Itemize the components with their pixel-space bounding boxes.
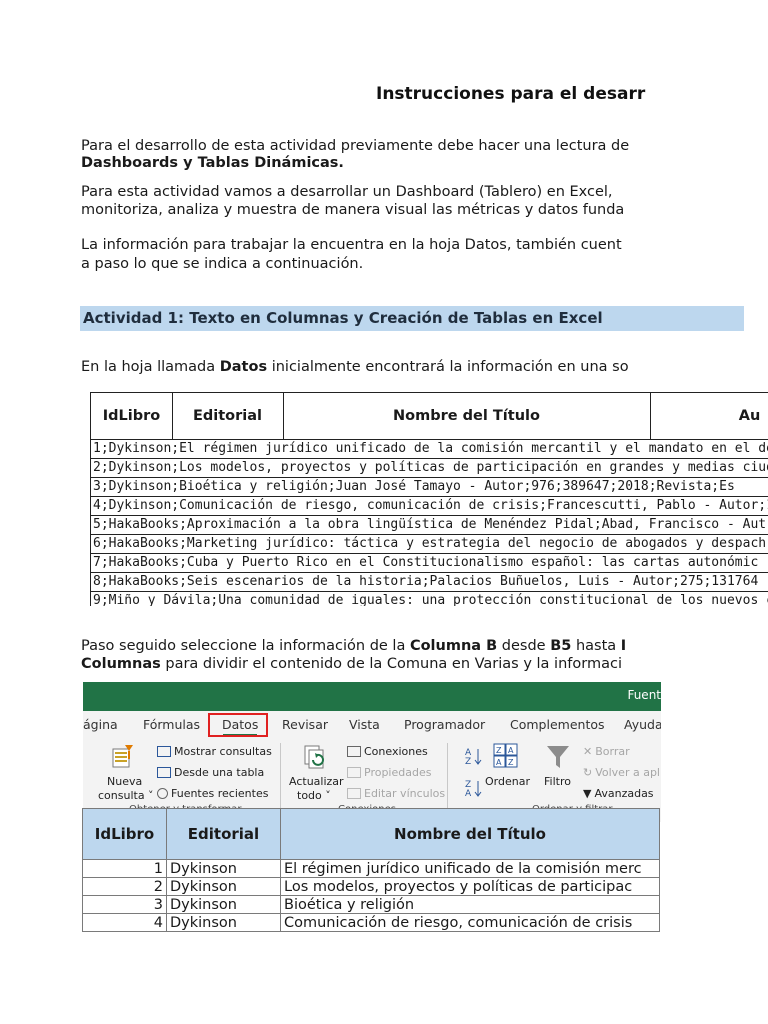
cell-idlibro: 4 bbox=[82, 914, 167, 932]
split-data-table: IdLibro Editorial Nombre del Título 1 Dy… bbox=[82, 808, 662, 954]
header-autor: Au bbox=[650, 392, 768, 440]
svg-text:Z: Z bbox=[465, 757, 471, 767]
activity-1-heading-text: Actividad 1: Texto en Columnas y Creació… bbox=[83, 309, 603, 327]
header-editorial: Editorial bbox=[172, 392, 284, 440]
properties-icon bbox=[347, 767, 361, 778]
conexiones-button[interactable]: Conexiones bbox=[347, 745, 428, 758]
step-line2: Columnas para dividir el contenido de la… bbox=[81, 656, 622, 672]
table-icon bbox=[157, 767, 171, 778]
filtro-button[interactable]: Filtro bbox=[544, 775, 571, 788]
link-icon bbox=[347, 788, 361, 799]
svg-text:A: A bbox=[465, 789, 472, 799]
clear-filter-icon: ✕ bbox=[583, 745, 593, 758]
propiedades-button[interactable]: Propiedades bbox=[347, 766, 431, 779]
header-nombre-titulo: Nombre del Título bbox=[280, 808, 660, 860]
group-separator bbox=[280, 743, 281, 815]
cell-idlibro: 3 bbox=[82, 896, 167, 914]
svg-text:Z: Z bbox=[508, 758, 514, 767]
tab-pagina[interactable]: ágina bbox=[83, 717, 118, 732]
advanced-filter-icon: ▼ bbox=[583, 787, 592, 800]
table-row: 7;HakaBooks;Cuba y Puerto Rico en el Con… bbox=[90, 554, 768, 573]
step-line1: Paso seguido seleccione la información d… bbox=[81, 638, 627, 654]
cell-editorial: Dykinson bbox=[167, 860, 281, 878]
nueva-consulta-label2[interactable]: consulta ˅ bbox=[98, 789, 154, 802]
intro-p3-line1: La información para trabajar la encuentr… bbox=[81, 237, 622, 253]
cell-idlibro: 1 bbox=[82, 860, 167, 878]
ribbon-tab-bar: ágina Fórmulas Datos Revisar Vista Progr… bbox=[83, 711, 661, 739]
header-editorial: Editorial bbox=[166, 808, 281, 860]
raw-data-table: IdLibro Editorial Nombre del Título Au 1… bbox=[90, 392, 768, 606]
table-icon bbox=[157, 746, 171, 757]
mostrar-consultas-button[interactable]: Mostrar consultas bbox=[157, 745, 272, 758]
intro-p2-line2: monitoriza, analiza y muestra de manera … bbox=[81, 202, 625, 218]
editar-vinculos-button[interactable]: Editar vínculos bbox=[347, 787, 445, 800]
tab-programador[interactable]: Programador bbox=[404, 717, 485, 732]
table-row: 4;Dykinson;Comunicación de riesgo, comun… bbox=[90, 497, 768, 516]
cell-editorial: Dykinson bbox=[167, 914, 281, 932]
actualizar-todo-label[interactable]: Actualizar bbox=[289, 775, 344, 788]
nueva-consulta-label[interactable]: Nueva bbox=[107, 775, 142, 788]
table-row: 1;Dykinson;El régimen jurídico unificado… bbox=[90, 440, 768, 459]
document-title: Instrucciones para el desarr bbox=[376, 84, 646, 104]
cell-titulo: El régimen jurídico unificado de la comi… bbox=[281, 860, 660, 878]
datos-highlight-box bbox=[208, 713, 268, 737]
refresh-icon[interactable] bbox=[303, 743, 329, 771]
volver-a-aplicar-button[interactable]: ↻ Volver a apli bbox=[583, 766, 661, 779]
cell-idlibro: 2 bbox=[82, 878, 167, 896]
clock-icon bbox=[157, 788, 168, 799]
desde-una-tabla-button[interactable]: Desde una tabla bbox=[157, 766, 264, 779]
cell-titulo: Los modelos, proyectos y políticas de pa… bbox=[281, 878, 660, 896]
table-row: 9;Miño y Dávila;Una comunidad de iguales… bbox=[90, 592, 768, 606]
header-nombre-titulo: Nombre del Título bbox=[283, 392, 651, 440]
header-idlibro: IdLibro bbox=[82, 808, 167, 860]
window-title: Fuent bbox=[627, 688, 661, 702]
fuentes-recientes-button[interactable]: Fuentes recientes bbox=[157, 787, 268, 800]
tab-vista[interactable]: Vista bbox=[349, 717, 380, 732]
intro-p3-line2: a paso lo que se indica a continuación. bbox=[81, 256, 364, 272]
tab-revisar[interactable]: Revisar bbox=[282, 717, 328, 732]
borrar-button[interactable]: ✕ Borrar bbox=[583, 745, 630, 758]
table-row: 8;HakaBooks;Seis escenarios de la histor… bbox=[90, 573, 768, 592]
intro-p2-line1: Para esta actividad vamos a desarrollar … bbox=[81, 184, 613, 200]
tab-complementos[interactable]: Complementos bbox=[510, 717, 605, 732]
table-row: 2;Dykinson;Los modelos, proyectos y polí… bbox=[90, 459, 768, 478]
table-row: 6;HakaBooks;Marketing jurídico: táctica … bbox=[90, 535, 768, 554]
group-separator bbox=[447, 743, 448, 815]
nueva-consulta-icon[interactable] bbox=[111, 743, 137, 771]
excel-title-bar: Fuent bbox=[83, 682, 661, 711]
sort-az-icons[interactable]: A Z Z A bbox=[464, 745, 484, 805]
connections-icon bbox=[347, 746, 361, 757]
activity-1-heading: Actividad 1: Texto en Columnas y Creació… bbox=[80, 306, 744, 331]
intro-p1-bold: Dashboards y Tablas Dinámicas. bbox=[81, 155, 344, 171]
cell-titulo: Bioética y religión bbox=[281, 896, 660, 914]
filter-icon[interactable] bbox=[545, 743, 571, 771]
cell-editorial: Dykinson bbox=[167, 878, 281, 896]
table-row: 3;Dykinson;Bioética y religión;Juan José… bbox=[90, 478, 768, 497]
header-idlibro: IdLibro bbox=[90, 392, 173, 440]
svg-text:A: A bbox=[496, 758, 502, 767]
ordenar-button[interactable]: Ordenar bbox=[485, 775, 530, 788]
reapply-icon: ↻ bbox=[583, 766, 593, 779]
activity-1-intro: En la hoja llamada Datos inicialmente en… bbox=[81, 359, 629, 375]
cell-editorial: Dykinson bbox=[167, 896, 281, 914]
svg-text:A: A bbox=[508, 746, 514, 755]
svg-text:Z: Z bbox=[496, 746, 502, 755]
sort-dialog-icon[interactable]: Z A A Z bbox=[493, 743, 519, 769]
excel-ribbon-screenshot: Fuent ágina Fórmulas Datos Revisar Vista… bbox=[83, 682, 661, 822]
tab-formulas[interactable]: Fórmulas bbox=[143, 717, 200, 732]
cell-titulo: Comunicación de riesgo, comunicación de … bbox=[281, 914, 660, 932]
avanzadas-button[interactable]: ▼ Avanzadas bbox=[583, 787, 654, 800]
tab-ayuda[interactable]: Ayuda bbox=[624, 717, 661, 732]
table-row: 5;HakaBooks;Aproximación a la obra lingü… bbox=[90, 516, 768, 535]
actualizar-todo-label2[interactable]: todo ˅ bbox=[297, 789, 331, 802]
